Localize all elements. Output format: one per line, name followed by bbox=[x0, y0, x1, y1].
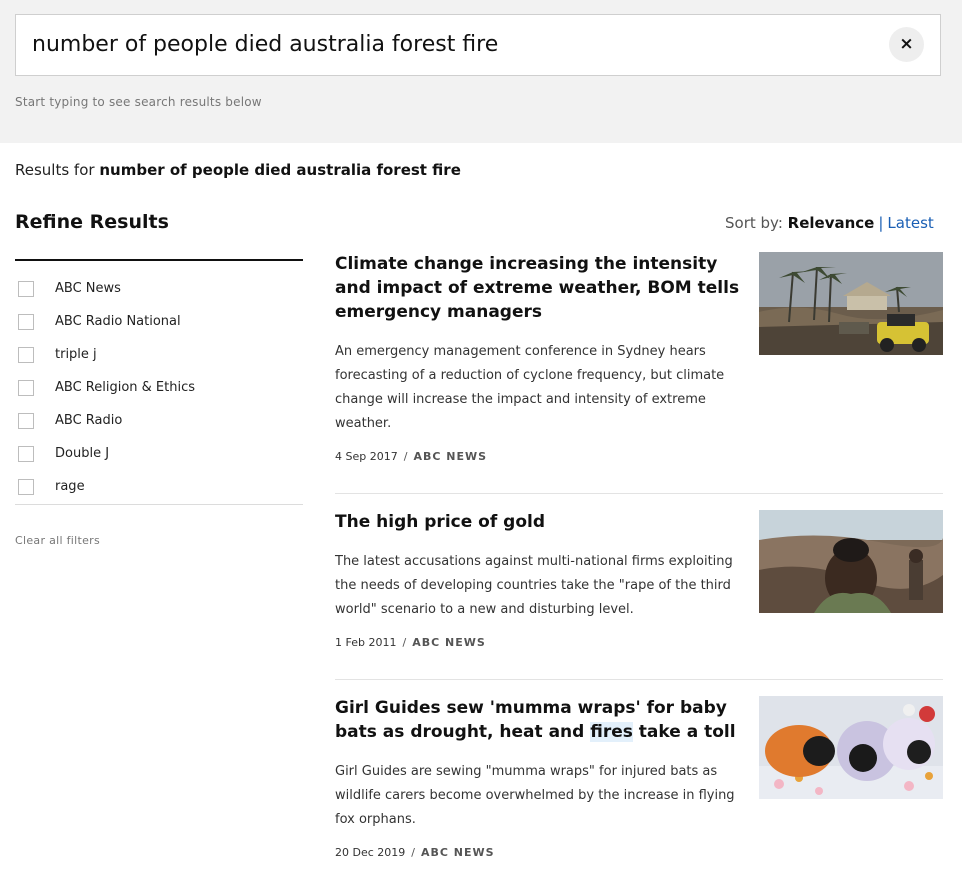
results-prefix: Results for bbox=[15, 161, 95, 179]
filter-abc-radio[interactable]: ABC Radio bbox=[15, 410, 303, 443]
checkbox[interactable] bbox=[18, 380, 34, 396]
result-title-link[interactable]: The high price of gold bbox=[335, 510, 745, 534]
sort-separator: | bbox=[878, 214, 884, 232]
result-source: ABC NEWS bbox=[421, 846, 495, 859]
clear-all-filters-link[interactable]: Clear all filters bbox=[15, 534, 100, 547]
filter-triple-j[interactable]: triple j bbox=[15, 344, 303, 377]
clear-search-button[interactable]: × bbox=[889, 27, 924, 62]
checkbox[interactable] bbox=[18, 314, 34, 330]
filter-abc-news[interactable]: ABC News bbox=[15, 278, 303, 311]
result-thumbnail[interactable] bbox=[759, 510, 943, 613]
search-result: Girl Guides sew 'mumma wraps' for baby b… bbox=[335, 696, 943, 866]
refine-divider bbox=[15, 259, 303, 261]
result-summary: Girl Guides are sewing "mumma wraps" for… bbox=[335, 764, 735, 827]
result-summary: An emergency management conference in Sy… bbox=[335, 344, 725, 431]
gold-miner-image bbox=[759, 510, 943, 613]
filter-label: ABC Religion & Ethics bbox=[55, 380, 196, 395]
result-meta: 1 Feb 2011 / ABC NEWS bbox=[335, 636, 486, 649]
storm-damage-image bbox=[759, 252, 943, 355]
search-query-text[interactable]: number of people died australia forest f… bbox=[32, 32, 498, 57]
result-thumbnail[interactable] bbox=[759, 696, 943, 799]
title-text: take a toll bbox=[632, 722, 736, 742]
sort-control: Sort by: Relevance | Latest bbox=[725, 214, 934, 232]
result-divider bbox=[335, 679, 943, 680]
result-date: 20 Dec 2019 bbox=[335, 846, 406, 859]
result-source: ABC NEWS bbox=[413, 450, 488, 463]
result-title-link[interactable]: Climate change increasing the intensity … bbox=[335, 252, 745, 324]
results-heading: Results for number of people died austra… bbox=[15, 161, 461, 179]
checkbox[interactable] bbox=[18, 347, 34, 363]
search-result: Climate change increasing the intensity … bbox=[335, 252, 943, 482]
search-result: The high price of gold The latest accusa… bbox=[335, 510, 943, 670]
meta-separator: / bbox=[402, 636, 407, 649]
filter-label: ABC News bbox=[55, 281, 121, 296]
checkbox[interactable] bbox=[18, 413, 34, 429]
result-title-link[interactable]: Girl Guides sew 'mumma wraps' for baby b… bbox=[335, 696, 745, 744]
search-panel: number of people died australia forest f… bbox=[0, 0, 962, 143]
filter-label: ABC Radio bbox=[55, 413, 123, 428]
sort-relevance-option[interactable]: Relevance bbox=[788, 214, 875, 232]
filter-double-j[interactable]: Double J bbox=[15, 443, 303, 476]
search-input[interactable]: number of people died australia forest f… bbox=[15, 14, 941, 76]
result-date: 4 Sep 2017 bbox=[335, 450, 398, 463]
sort-label: Sort by: bbox=[725, 214, 783, 232]
checkbox[interactable] bbox=[18, 281, 34, 297]
result-source: ABC NEWS bbox=[412, 636, 486, 649]
sort-latest-option[interactable]: Latest bbox=[887, 214, 933, 232]
meta-separator: / bbox=[403, 450, 408, 463]
result-divider bbox=[335, 493, 943, 494]
filter-divider bbox=[15, 504, 303, 505]
close-icon: × bbox=[899, 34, 914, 54]
filter-abc-radio-national[interactable]: ABC Radio National bbox=[15, 311, 303, 344]
result-thumbnail[interactable] bbox=[759, 252, 943, 355]
results-query: number of people died australia forest f… bbox=[99, 161, 461, 179]
filter-label: triple j bbox=[55, 347, 97, 362]
search-hint: Start typing to see search results below bbox=[15, 95, 262, 109]
result-summary: The latest accusations against multi-nat… bbox=[335, 554, 733, 617]
filter-abc-religion-ethics[interactable]: ABC Religion & Ethics bbox=[15, 377, 303, 410]
result-meta: 20 Dec 2019 / ABC NEWS bbox=[335, 846, 495, 859]
meta-separator: / bbox=[411, 846, 415, 859]
result-date: 1 Feb 2011 bbox=[335, 636, 397, 649]
result-meta: 4 Sep 2017 / ABC NEWS bbox=[335, 450, 487, 463]
checkbox[interactable] bbox=[18, 479, 34, 495]
filter-label: rage bbox=[55, 479, 85, 494]
checkbox[interactable] bbox=[18, 446, 34, 462]
baby-bats-image bbox=[759, 696, 943, 799]
refine-results-title: Refine Results bbox=[15, 211, 169, 233]
filter-label: Double J bbox=[55, 446, 110, 461]
title-match-highlight: fires bbox=[590, 722, 633, 742]
filter-list: ABC News ABC Radio National triple j ABC… bbox=[15, 278, 303, 509]
filter-label: ABC Radio National bbox=[55, 314, 181, 329]
